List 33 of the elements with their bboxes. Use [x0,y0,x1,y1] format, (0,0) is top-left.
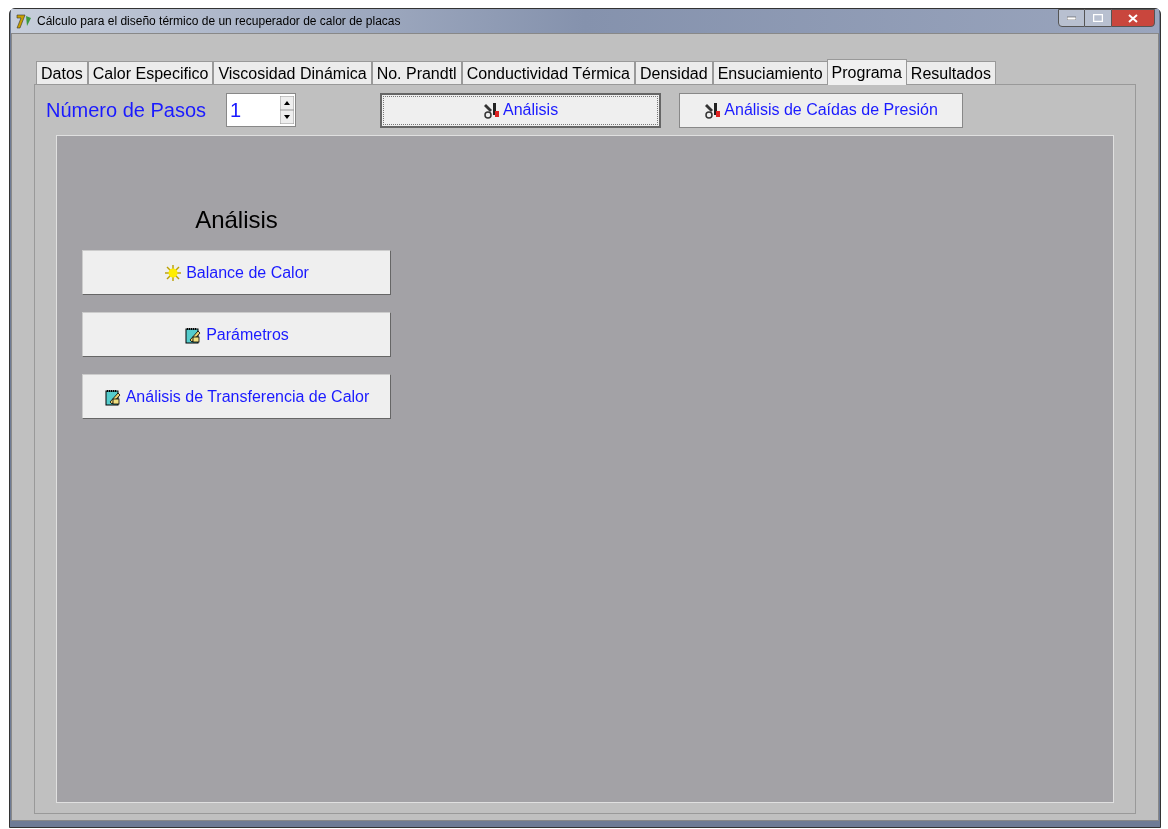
tab[interactable]: Viscosidad Dinámica [213,61,372,84]
toolbar-button[interactable]: Análisis de Caídas de Presión [679,92,964,128]
maximize-icon [1093,14,1103,22]
maximize-button[interactable] [1085,9,1111,27]
app-icon [15,12,33,30]
analysis-button[interactable]: Balance de Calor [82,250,391,295]
notepad-icon [184,325,203,344]
tab[interactable]: Resultados [905,61,996,84]
tools-icon [704,101,723,119]
toolbar-button[interactable]: Análisis [380,92,662,128]
tab[interactable]: Conductividad Térmica [461,61,635,84]
spin-down-icon[interactable] [280,110,295,124]
notepad-icon [103,387,122,406]
tab[interactable]: Calor Especifico [87,61,214,84]
minimize-button[interactable] [1058,9,1085,27]
close-button[interactable] [1111,9,1155,27]
tab[interactable]: Densidad [635,61,713,84]
analysis-button[interactable]: Análisis de Transferencia de Calor [82,374,391,419]
sun-icon [164,263,183,282]
steps-spinner[interactable]: 1 [226,93,297,127]
tab[interactable]: Programa [826,59,907,85]
tools-icon [483,101,501,119]
analysis-button[interactable]: Parámetros [82,312,391,357]
window-title: Cálculo para el diseño térmico de un recuperador de calor de placas [37,13,401,30]
tab[interactable]: Ensuciamiento [712,61,828,84]
panel-heading: Análisis [194,205,279,235]
minimize-icon [1067,16,1076,20]
steps-value: 1 [229,98,243,123]
close-icon [1128,13,1138,23]
steps-label: Número de Pasos [46,98,207,123]
tab[interactable]: No. Prandtl [371,61,462,84]
tab[interactable]: Datos [36,61,88,84]
spin-up-icon[interactable] [280,96,295,110]
